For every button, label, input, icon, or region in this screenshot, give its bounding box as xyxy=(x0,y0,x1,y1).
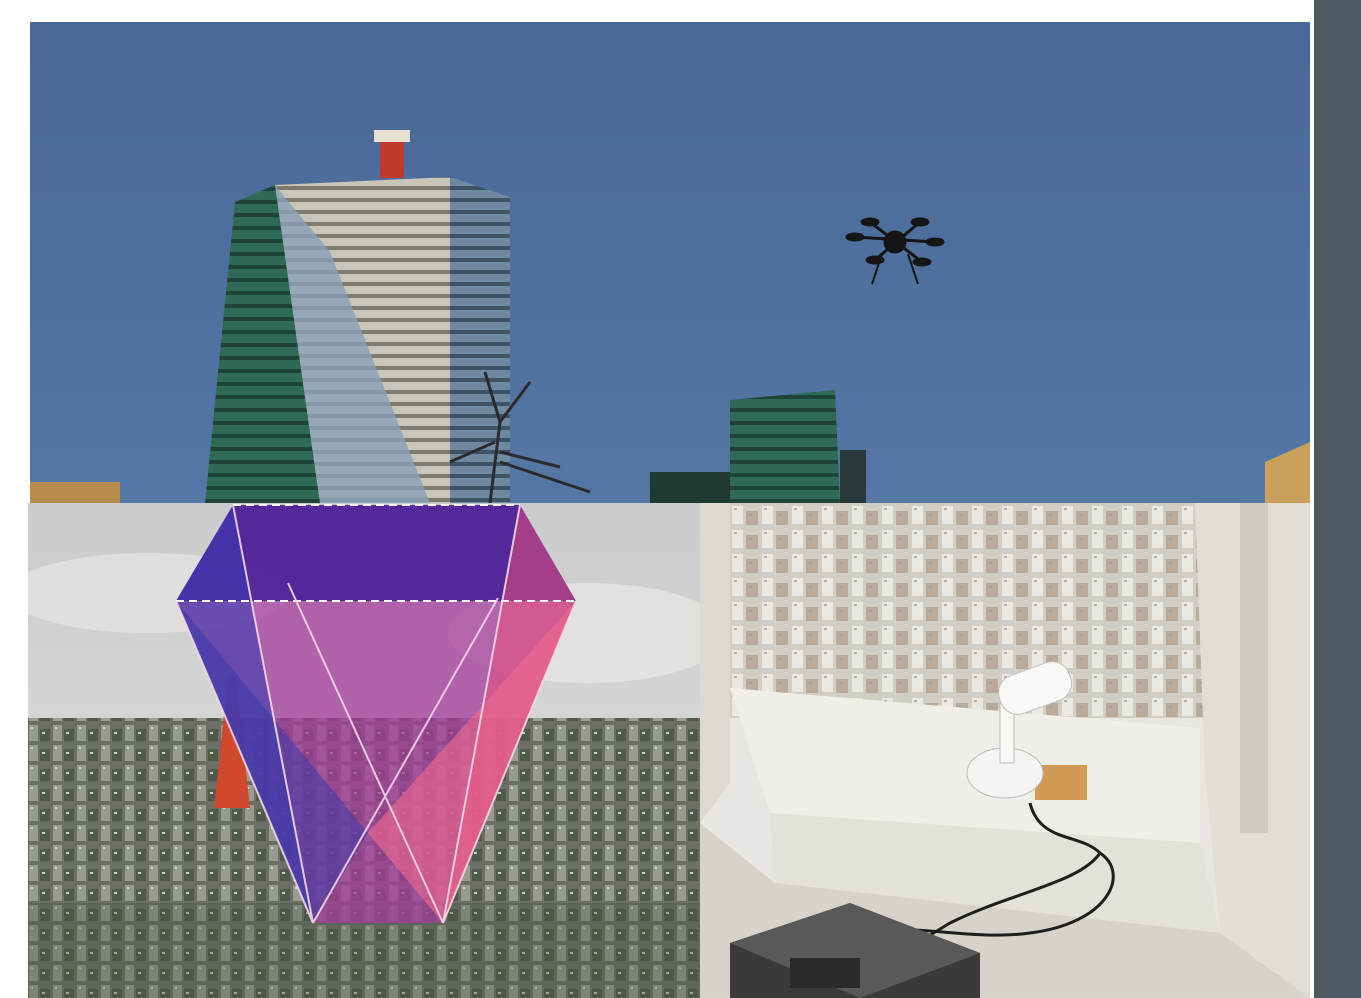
drone-scene-svg xyxy=(30,22,1310,503)
window-camera-photo xyxy=(700,503,1310,998)
window-frame-left xyxy=(700,503,730,823)
coverage-cone-scene-svg xyxy=(28,503,700,998)
low-building-left xyxy=(30,482,120,503)
drone-over-city-photo xyxy=(30,22,1310,503)
window-camera-scene-svg xyxy=(700,503,1310,998)
right-edge-bar xyxy=(1314,0,1361,998)
sensor-coverage-cone-photo xyxy=(28,503,700,998)
